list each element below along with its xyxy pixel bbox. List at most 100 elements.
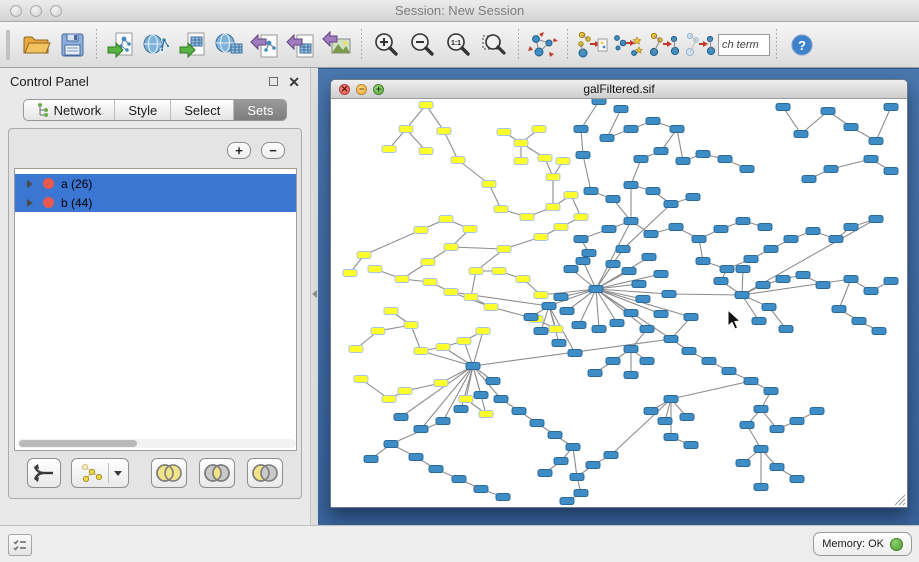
graph-node-blue[interactable]: [829, 236, 843, 243]
remove-set-button[interactable]: −: [261, 142, 285, 159]
graph-node-blue[interactable]: [821, 108, 835, 115]
graph-node-yellow[interactable]: [564, 192, 578, 199]
graph-node-blue[interactable]: [720, 266, 734, 273]
graph-node-blue[interactable]: [864, 288, 878, 295]
graph-node-blue[interactable]: [790, 418, 804, 425]
open-session-button[interactable]: [19, 28, 53, 62]
new-network-from-selection-button[interactable]: [575, 28, 609, 62]
network-window-titlebar[interactable]: ✕ − + galFiltered.sif: [331, 80, 907, 99]
graph-node-blue[interactable]: [670, 126, 684, 133]
frame-minimize-icon[interactable]: −: [356, 84, 367, 95]
close-window-button[interactable]: [10, 5, 22, 17]
graph-node-blue[interactable]: [754, 406, 768, 413]
graph-node-blue[interactable]: [474, 486, 488, 493]
graph-node-blue[interactable]: [644, 408, 658, 415]
graph-node-blue[interactable]: [646, 188, 660, 195]
show-all-button[interactable]: [683, 28, 717, 62]
graph-node-blue[interactable]: [844, 124, 858, 131]
graph-node-blue[interactable]: [654, 148, 668, 155]
graph-node-blue[interactable]: [869, 216, 883, 223]
union-sets-button[interactable]: [151, 458, 187, 488]
graph-node-blue[interactable]: [554, 458, 568, 465]
graph-node-yellow[interactable]: [414, 348, 428, 355]
float-panel-icon[interactable]: [269, 77, 278, 86]
collapse-panel-icon[interactable]: [312, 290, 317, 298]
graph-node-blue[interactable]: [852, 318, 866, 325]
graph-node-blue[interactable]: [736, 460, 750, 467]
graph-node-yellow[interactable]: [516, 276, 530, 283]
graph-node-blue[interactable]: [604, 452, 618, 459]
graph-node-blue[interactable]: [664, 434, 678, 441]
graph-node-yellow[interactable]: [457, 338, 471, 345]
graph-node-blue[interactable]: [552, 340, 566, 347]
graph-node-blue[interactable]: [606, 358, 620, 365]
set-row-a[interactable]: a (26): [15, 174, 296, 193]
frame-maximize-icon[interactable]: +: [373, 84, 384, 95]
graph-node-yellow[interactable]: [464, 294, 478, 301]
graph-node-blue[interactable]: [680, 414, 694, 421]
graph-node-blue[interactable]: [752, 318, 766, 325]
graph-node-blue[interactable]: [572, 322, 586, 329]
graph-node-blue[interactable]: [486, 378, 500, 385]
graph-node-yellow[interactable]: [368, 266, 382, 273]
graph-node-blue[interactable]: [454, 406, 468, 413]
tab-sets[interactable]: Sets: [234, 100, 286, 120]
graph-node-yellow[interactable]: [398, 388, 412, 395]
graph-node-blue[interactable]: [832, 306, 846, 313]
scrollbar-thumb[interactable]: [19, 440, 137, 447]
graph-node-blue[interactable]: [884, 168, 898, 175]
export-table-button[interactable]: [284, 28, 318, 62]
task-history-button[interactable]: [8, 534, 32, 556]
graph-node-yellow[interactable]: [538, 155, 552, 162]
export-network-button[interactable]: [248, 28, 282, 62]
export-image-button[interactable]: [320, 28, 354, 62]
graph-node-blue[interactable]: [586, 462, 600, 469]
graph-node-yellow[interactable]: [463, 226, 477, 233]
graph-node-blue[interactable]: [574, 236, 588, 243]
graph-node-blue[interactable]: [676, 158, 690, 165]
close-panel-icon[interactable]: ✕: [288, 75, 300, 89]
panel-splitter[interactable]: [310, 68, 318, 525]
graph-node-blue[interactable]: [554, 294, 568, 301]
graph-node-blue[interactable]: [409, 454, 423, 461]
graph-node-blue[interactable]: [764, 388, 778, 395]
graph-node-blue[interactable]: [776, 276, 790, 283]
graph-node-blue[interactable]: [884, 278, 898, 285]
graph-node-blue[interactable]: [574, 126, 588, 133]
graph-node-yellow[interactable]: [546, 204, 560, 211]
graph-node-blue[interactable]: [722, 368, 736, 375]
graph-node-blue[interactable]: [640, 326, 654, 333]
minimize-window-button[interactable]: [30, 5, 42, 17]
graph-node-blue[interactable]: [570, 474, 584, 481]
zoom-in-button[interactable]: [369, 28, 403, 62]
graph-node-blue[interactable]: [622, 268, 636, 275]
graph-node-yellow[interactable]: [437, 128, 451, 135]
import-table-file-button[interactable]: [176, 28, 210, 62]
graph-node-blue[interactable]: [624, 126, 638, 133]
apply-layout-button[interactable]: [526, 28, 560, 62]
add-set-button[interactable]: +: [227, 142, 251, 159]
graph-node-blue[interactable]: [414, 426, 428, 433]
graph-node-blue[interactable]: [394, 414, 408, 421]
import-network-url-button[interactable]: [140, 28, 174, 62]
split-sets-button[interactable]: [27, 458, 61, 488]
graph-node-blue[interactable]: [610, 320, 624, 327]
graph-node-yellow[interactable]: [399, 126, 413, 133]
graph-node-blue[interactable]: [384, 441, 398, 448]
zoom-out-button[interactable]: [405, 28, 439, 62]
graph-node-blue[interactable]: [669, 224, 683, 231]
graph-node-yellow[interactable]: [439, 216, 453, 223]
graph-node-blue[interactable]: [802, 176, 816, 183]
graph-node-blue[interactable]: [646, 118, 660, 125]
graph-node-yellow[interactable]: [482, 181, 496, 188]
graph-node-yellow[interactable]: [434, 380, 448, 387]
graph-node-yellow[interactable]: [532, 126, 546, 133]
difference-sets-button[interactable]: [247, 458, 283, 488]
toolbar-drag-handle[interactable]: [6, 30, 10, 60]
save-session-button[interactable]: [55, 28, 89, 62]
graph-node-blue[interactable]: [762, 304, 776, 311]
graph-node-blue[interactable]: [576, 152, 590, 159]
graph-node-blue[interactable]: [584, 188, 598, 195]
graph-node-yellow[interactable]: [354, 376, 368, 383]
graph-node-blue[interactable]: [624, 346, 638, 353]
